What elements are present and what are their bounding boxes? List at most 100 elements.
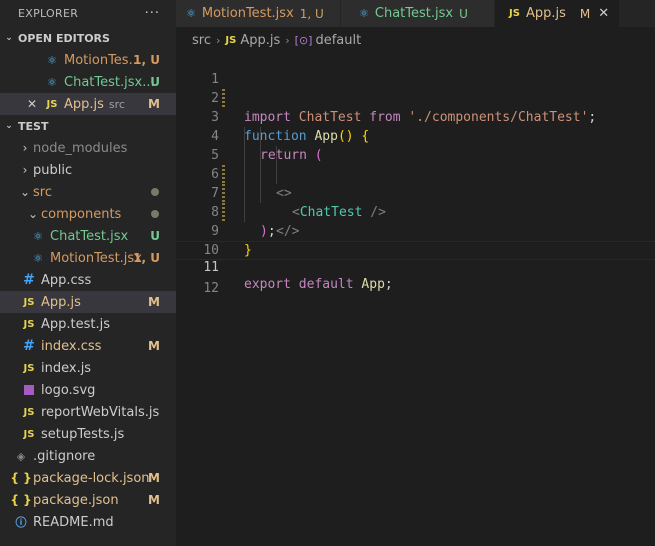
- status-badge: U: [150, 75, 160, 89]
- tree-folder-node-modules[interactable]: › node_modules: [0, 137, 176, 159]
- status-badge: U: [150, 229, 160, 243]
- tree-item-label: App.test.js: [41, 316, 111, 332]
- tree-item-label: reportWebVitals.js: [41, 404, 160, 420]
- chevron-right-icon: ›: [22, 163, 28, 177]
- code-token: App: [353, 277, 385, 292]
- tree-item-label: logo.svg: [41, 382, 96, 398]
- tree-file-index-js[interactable]: JS index.js: [0, 357, 176, 379]
- modified-dot: [151, 188, 159, 196]
- indent-guide: [276, 146, 277, 184]
- open-editor-item[interactable]: ✕ JS App.js src M: [0, 93, 176, 115]
- tab-bar: ⚛ MotionTest.jsx 1, U ⚛ ChatTest.jsx U J…: [176, 0, 655, 27]
- tree-file-package-lock[interactable]: { } package-lock.json M: [0, 467, 176, 489]
- tree-item-label: App.js: [41, 294, 81, 310]
- css-icon: #: [23, 272, 35, 288]
- tree-file-logo-svg[interactable]: logo.svg: [0, 379, 176, 401]
- react-icon: ⚛: [33, 229, 43, 243]
- open-editor-item[interactable]: ⚛ ChatTest.jsx... U: [0, 71, 176, 93]
- tree-item-label: src: [33, 184, 52, 200]
- open-editor-desc: src: [108, 97, 125, 111]
- breadcrumb-folder[interactable]: src: [192, 33, 211, 48]
- js-icon: JS: [23, 296, 35, 308]
- tree-item-label: components: [41, 206, 122, 222]
- open-editor-name: MotionTes...: [64, 52, 141, 68]
- js-icon: JS: [23, 362, 35, 374]
- tab-flag: U: [459, 6, 468, 21]
- chevron-down-icon: ⌄: [27, 207, 39, 221]
- close-icon[interactable]: ✕: [24, 97, 40, 111]
- status-badge: M: [148, 471, 160, 485]
- js-icon: JS: [23, 318, 35, 330]
- code-line: 10: [176, 222, 655, 258]
- code-line: 12: [176, 260, 655, 296]
- react-icon: ⚛: [33, 251, 43, 265]
- breadcrumb-symbol[interactable]: default: [315, 33, 361, 48]
- tree-file-motiontest[interactable]: ⚛ MotionTest.jsx 1, U: [0, 247, 176, 269]
- react-icon: ⚛: [47, 75, 57, 89]
- code-line: 5 <>: [176, 127, 655, 201]
- tree-item-label: .gitignore: [33, 448, 96, 464]
- tree-folder-public[interactable]: › public: [0, 159, 176, 181]
- code-line: 1 import ChatTest from './components/Cha…: [176, 51, 655, 125]
- tree-file-app-test[interactable]: JS App.test.js: [0, 313, 176, 335]
- more-actions-button[interactable]: ···: [145, 6, 160, 21]
- tab-motiontest[interactable]: ⚛ MotionTest.jsx 1, U: [176, 0, 341, 27]
- tab-flag: M: [579, 6, 591, 21]
- chevron-down-icon: ⌄: [19, 185, 31, 199]
- code-editor[interactable]: 1 import ChatTest from './components/Cha…: [176, 51, 655, 296]
- tree-folder-components[interactable]: ⌄ components: [0, 203, 176, 225]
- tree-file-index-css[interactable]: # index.css M: [0, 335, 176, 357]
- open-editor-name: App.js: [64, 96, 104, 112]
- tree-file-chattest[interactable]: ⚛ ChatTest.jsx U: [0, 225, 176, 247]
- tree-file-package-json[interactable]: { } package.json M: [0, 489, 176, 511]
- open-editor-item[interactable]: ⚛ MotionTes... 1, U: [0, 49, 176, 71]
- react-icon: ⚛: [186, 7, 196, 20]
- react-icon: ⚛: [359, 7, 369, 20]
- code-line: 8 );: [176, 184, 655, 239]
- tab-label: MotionTest.jsx: [201, 6, 294, 21]
- css-icon: #: [23, 338, 35, 354]
- js-icon: JS: [46, 98, 58, 110]
- json-icon: { }: [10, 493, 32, 507]
- tree-file-readme[interactable]: ⓘ README.md: [0, 511, 176, 533]
- tree-item-label: index.css: [41, 338, 102, 354]
- tree-file-app-js[interactable]: JS App.js M: [0, 291, 176, 313]
- svg-icon: [21, 385, 37, 395]
- breadcrumb: src › JS App.js › [⊙] default: [176, 27, 655, 54]
- status-badge: 1, U: [133, 53, 160, 67]
- tree-file-setuptests[interactable]: JS setupTests.js: [0, 423, 176, 445]
- explorer-title: EXPLORER: [18, 7, 79, 20]
- tree-folder-src[interactable]: ⌄ src: [0, 181, 176, 203]
- code-line-current: 11 export default App;: [176, 241, 655, 292]
- breadcrumb-file[interactable]: App.js: [240, 33, 280, 48]
- status-badge: M: [148, 493, 160, 507]
- tree-item-label: node_modules: [33, 140, 128, 156]
- close-icon[interactable]: ✕: [598, 6, 609, 21]
- open-editors-label: OPEN EDITORS: [18, 31, 110, 45]
- js-icon: JS: [509, 8, 520, 19]
- js-icon: JS: [23, 406, 35, 418]
- indent-guide: [260, 127, 261, 203]
- open-editors-section[interactable]: ⌄ OPEN EDITORS: [0, 27, 176, 49]
- project-label: TEST: [18, 119, 49, 133]
- tree-file-gitignore[interactable]: ◈ .gitignore: [0, 445, 176, 467]
- tree-item-label: MotionTest.jsx: [50, 250, 142, 266]
- chevron-right-icon: ›: [285, 34, 290, 47]
- chevron-right-icon: ›: [22, 141, 28, 155]
- tree-file-reportwebvitals[interactable]: JS reportWebVitals.js: [0, 401, 176, 423]
- tab-flag: 1, U: [299, 6, 324, 21]
- js-icon: JS: [225, 35, 237, 46]
- tree-file-app-css[interactable]: # App.css: [0, 269, 176, 291]
- code-token: default: [290, 277, 354, 292]
- project-section[interactable]: ⌄ TEST: [0, 115, 176, 137]
- tab-app-js[interactable]: JS App.js M ✕: [495, 0, 621, 27]
- tree-item-label: package-lock.json: [33, 470, 150, 486]
- tree-item-label: public: [33, 162, 73, 178]
- status-badge: M: [148, 295, 160, 309]
- tree-item-label: ChatTest.jsx: [50, 228, 129, 244]
- tab-chattest[interactable]: ⚛ ChatTest.jsx U: [341, 0, 495, 27]
- tree-item-label: package.json: [33, 492, 119, 508]
- code-line: 9 }: [176, 203, 655, 258]
- tree-item-label: App.css: [41, 272, 92, 288]
- symbol-icon: [⊙]: [294, 34, 313, 47]
